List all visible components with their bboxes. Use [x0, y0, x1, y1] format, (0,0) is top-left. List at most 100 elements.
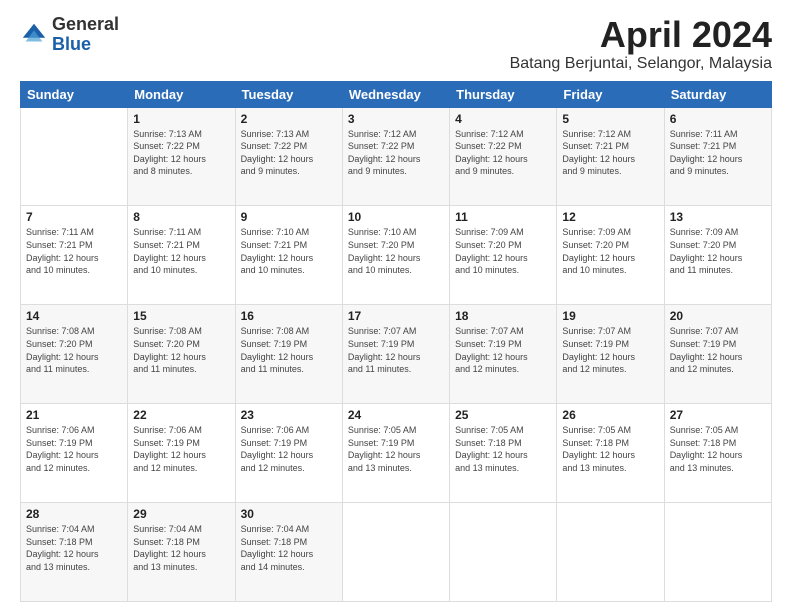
- day-info: Sunrise: 7:06 AM Sunset: 7:19 PM Dayligh…: [26, 424, 122, 474]
- day-number: 25: [455, 408, 551, 422]
- calendar-cell: 30Sunrise: 7:04 AM Sunset: 7:18 PM Dayli…: [235, 503, 342, 602]
- calendar-cell: [21, 107, 128, 206]
- day-info: Sunrise: 7:11 AM Sunset: 7:21 PM Dayligh…: [670, 128, 766, 178]
- day-number: 27: [670, 408, 766, 422]
- calendar-cell: 14 Sunrise: 7:08 AM Sunset: 7:20 PM Dayli…: [21, 305, 128, 404]
- day-number: 20: [670, 309, 766, 323]
- day-number: 12: [562, 210, 658, 224]
- logo: General Blue: [20, 15, 119, 55]
- day-info: Sunrise: 7:10 AM Sunset: 7:20 PM Dayligh…: [348, 226, 444, 276]
- calendar-cell: 17Sunrise: 7:07 AM Sunset: 7:19 PM Dayli…: [342, 305, 449, 404]
- day-number: 23: [241, 408, 337, 422]
- day-info: Sunrise: 7:09 AM Sunset: 7:20 PM Dayligh…: [455, 226, 551, 276]
- calendar-cell: [342, 503, 449, 602]
- day-number: 11: [455, 210, 551, 224]
- logo-icon: [20, 21, 48, 49]
- calendar-cell: 19Sunrise: 7:07 AM Sunset: 7:19 PM Dayli…: [557, 305, 664, 404]
- day-number: 16: [241, 309, 337, 323]
- calendar-cell: 4 Sunrise: 7:12 AM Sunset: 7:22 PM Daylig…: [450, 107, 557, 206]
- day-number: 26: [562, 408, 658, 422]
- day-info: Sunrise: 7:13 AM Sunset: 7:22 PM Dayligh…: [241, 128, 337, 178]
- day-number: 13: [670, 210, 766, 224]
- calendar-cell: [450, 503, 557, 602]
- calendar-cell: 22 Sunrise: 7:06 AM Sunset: 7:19 PM Dayli…: [128, 404, 235, 503]
- day-info: Sunrise: 7:04 AM Sunset: 7:18 PM Dayligh…: [133, 523, 229, 573]
- week-row-2: 7 Sunrise: 7:11 AM Sunset: 7:21 PM Daylig…: [21, 206, 772, 305]
- calendar-cell: 2 Sunrise: 7:13 AM Sunset: 7:22 PM Daylig…: [235, 107, 342, 206]
- calendar-cell: 1Sunrise: 7:13 AM Sunset: 7:22 PM Daylig…: [128, 107, 235, 206]
- day-number: 9: [241, 210, 337, 224]
- day-info: Sunrise: 7:12 AM Sunset: 7:22 PM Dayligh…: [348, 128, 444, 178]
- day-number: 15: [133, 309, 229, 323]
- header-row: Sunday Monday Tuesday Wednesday Thursday…: [21, 81, 772, 107]
- calendar-cell: 9 Sunrise: 7:10 AM Sunset: 7:21 PM Daylig…: [235, 206, 342, 305]
- week-row-1: 1Sunrise: 7:13 AM Sunset: 7:22 PM Daylig…: [21, 107, 772, 206]
- day-number: 22: [133, 408, 229, 422]
- calendar-cell: 12 Sunrise: 7:09 AM Sunset: 7:20 PM Dayli…: [557, 206, 664, 305]
- day-info: Sunrise: 7:04 AM Sunset: 7:18 PM Dayligh…: [26, 523, 122, 573]
- calendar-cell: 16Sunrise: 7:08 AM Sunset: 7:19 PM Dayli…: [235, 305, 342, 404]
- calendar-table: Sunday Monday Tuesday Wednesday Thursday…: [20, 81, 772, 602]
- calendar-cell: 29 Sunrise: 7:04 AM Sunset: 7:18 PM Dayli…: [128, 503, 235, 602]
- day-number: 29: [133, 507, 229, 521]
- day-number: 4: [455, 112, 551, 126]
- day-number: 30: [241, 507, 337, 521]
- title-block: April 2024 Batang Berjuntai, Selangor, M…: [510, 15, 772, 73]
- day-number: 18: [455, 309, 551, 323]
- day-info: Sunrise: 7:08 AM Sunset: 7:20 PM Dayligh…: [26, 325, 122, 375]
- calendar-cell: 24Sunrise: 7:05 AM Sunset: 7:19 PM Dayli…: [342, 404, 449, 503]
- day-number: 3: [348, 112, 444, 126]
- day-number: 6: [670, 112, 766, 126]
- day-number: 2: [241, 112, 337, 126]
- header-thursday: Thursday: [450, 81, 557, 107]
- week-row-3: 14 Sunrise: 7:08 AM Sunset: 7:20 PM Dayli…: [21, 305, 772, 404]
- calendar-body: 1Sunrise: 7:13 AM Sunset: 7:22 PM Daylig…: [21, 107, 772, 601]
- day-info: Sunrise: 7:11 AM Sunset: 7:21 PM Dayligh…: [133, 226, 229, 276]
- calendar-cell: [664, 503, 771, 602]
- day-info: Sunrise: 7:05 AM Sunset: 7:19 PM Dayligh…: [348, 424, 444, 474]
- calendar-cell: 20 Sunrise: 7:07 AM Sunset: 7:19 PM Dayli…: [664, 305, 771, 404]
- calendar-cell: 13 Sunrise: 7:09 AM Sunset: 7:20 PM Dayli…: [664, 206, 771, 305]
- calendar-cell: 21Sunrise: 7:06 AM Sunset: 7:19 PM Dayli…: [21, 404, 128, 503]
- calendar-cell: 18 Sunrise: 7:07 AM Sunset: 7:19 PM Dayli…: [450, 305, 557, 404]
- header-sunday: Sunday: [21, 81, 128, 107]
- day-info: Sunrise: 7:08 AM Sunset: 7:20 PM Dayligh…: [133, 325, 229, 375]
- calendar-cell: 5Sunrise: 7:12 AM Sunset: 7:21 PM Daylig…: [557, 107, 664, 206]
- logo-text: General Blue: [52, 15, 119, 55]
- day-info: Sunrise: 7:11 AM Sunset: 7:21 PM Dayligh…: [26, 226, 122, 276]
- calendar-header: Sunday Monday Tuesday Wednesday Thursday…: [21, 81, 772, 107]
- day-info: Sunrise: 7:07 AM Sunset: 7:19 PM Dayligh…: [348, 325, 444, 375]
- day-info: Sunrise: 7:07 AM Sunset: 7:19 PM Dayligh…: [455, 325, 551, 375]
- week-row-4: 21Sunrise: 7:06 AM Sunset: 7:19 PM Dayli…: [21, 404, 772, 503]
- day-info: Sunrise: 7:06 AM Sunset: 7:19 PM Dayligh…: [133, 424, 229, 474]
- day-info: Sunrise: 7:09 AM Sunset: 7:20 PM Dayligh…: [670, 226, 766, 276]
- day-info: Sunrise: 7:12 AM Sunset: 7:22 PM Dayligh…: [455, 128, 551, 178]
- logo-blue: Blue: [52, 34, 91, 54]
- day-info: Sunrise: 7:09 AM Sunset: 7:20 PM Dayligh…: [562, 226, 658, 276]
- calendar-cell: 3 Sunrise: 7:12 AM Sunset: 7:22 PM Daylig…: [342, 107, 449, 206]
- month-title: April 2024: [510, 15, 772, 55]
- day-number: 14: [26, 309, 122, 323]
- header-friday: Friday: [557, 81, 664, 107]
- day-number: 10: [348, 210, 444, 224]
- header: General Blue April 2024 Batang Berjuntai…: [20, 15, 772, 73]
- calendar-cell: 8 Sunrise: 7:11 AM Sunset: 7:21 PM Daylig…: [128, 206, 235, 305]
- day-info: Sunrise: 7:10 AM Sunset: 7:21 PM Dayligh…: [241, 226, 337, 276]
- day-info: Sunrise: 7:05 AM Sunset: 7:18 PM Dayligh…: [562, 424, 658, 474]
- page: General Blue April 2024 Batang Berjuntai…: [0, 0, 792, 612]
- logo-general: General: [52, 14, 119, 34]
- day-info: Sunrise: 7:07 AM Sunset: 7:19 PM Dayligh…: [562, 325, 658, 375]
- calendar-cell: 11 Sunrise: 7:09 AM Sunset: 7:20 PM Dayli…: [450, 206, 557, 305]
- week-row-5: 28Sunrise: 7:04 AM Sunset: 7:18 PM Dayli…: [21, 503, 772, 602]
- calendar-cell: 6 Sunrise: 7:11 AM Sunset: 7:21 PM Daylig…: [664, 107, 771, 206]
- day-number: 8: [133, 210, 229, 224]
- day-info: Sunrise: 7:05 AM Sunset: 7:18 PM Dayligh…: [670, 424, 766, 474]
- header-wednesday: Wednesday: [342, 81, 449, 107]
- day-number: 7: [26, 210, 122, 224]
- day-info: Sunrise: 7:05 AM Sunset: 7:18 PM Dayligh…: [455, 424, 551, 474]
- day-number: 5: [562, 112, 658, 126]
- calendar-cell: 26 Sunrise: 7:05 AM Sunset: 7:18 PM Dayli…: [557, 404, 664, 503]
- day-info: Sunrise: 7:06 AM Sunset: 7:19 PM Dayligh…: [241, 424, 337, 474]
- location-title: Batang Berjuntai, Selangor, Malaysia: [510, 55, 772, 73]
- day-info: Sunrise: 7:07 AM Sunset: 7:19 PM Dayligh…: [670, 325, 766, 375]
